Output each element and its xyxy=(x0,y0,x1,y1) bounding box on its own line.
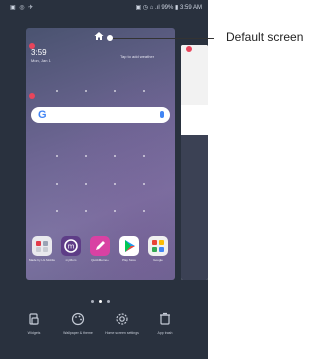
pencil-icon[interactable] xyxy=(90,236,110,256)
grid-dot xyxy=(56,155,58,157)
grid-dot xyxy=(114,90,116,92)
palette-icon[interactable] xyxy=(71,312,85,326)
toolbar-label-widgets: Widgets xyxy=(27,331,41,335)
status-bar: ▣ ◎ ✈ ▣ ◷ ⌂ .ıl 99% ▮ 3:59 AM xyxy=(0,0,208,14)
gear-icon[interactable] xyxy=(115,312,129,326)
grid-dot xyxy=(114,183,116,185)
toolbar-label-home-settings: Home screen settings xyxy=(105,331,139,335)
microphone-icon[interactable] xyxy=(160,111,164,118)
toolbar-label-wallpaper: Wallpaper & theme xyxy=(63,331,93,335)
grid-dot xyxy=(143,155,145,157)
clock-date: Mon, Jan 1 xyxy=(31,58,51,63)
grid-dot xyxy=(143,183,145,185)
app-label: Made by LG Mobile xyxy=(28,258,55,262)
toolbar-label-app-trash: App trash xyxy=(157,331,173,335)
remove-widget-icon[interactable] xyxy=(186,46,192,52)
status-icons-right: ▣ ◷ ⌂ .ıl 99% ▮ 3:59 AM xyxy=(135,5,202,11)
grid-dot xyxy=(114,155,116,157)
next-home-screen-preview[interactable] xyxy=(181,45,208,280)
app-label: QuickMemo+ xyxy=(91,258,109,262)
mymom-icon[interactable]: m xyxy=(61,236,81,256)
grid-dot xyxy=(56,183,58,185)
remove-widget-icon[interactable] xyxy=(29,93,35,99)
grid-dot xyxy=(85,183,87,185)
page-indicator-dot[interactable] xyxy=(99,300,102,303)
app-label: Play Store xyxy=(122,258,136,262)
grid-dot xyxy=(114,210,116,212)
status-icons-left: ▣ ◎ ✈ xyxy=(10,5,35,11)
trash-icon[interactable] xyxy=(158,312,172,326)
remove-widget-icon[interactable] xyxy=(29,43,35,49)
callout-line xyxy=(110,38,214,39)
svg-text:m: m xyxy=(68,243,75,251)
page-indicator-dot[interactable] xyxy=(107,300,110,303)
widgets-icon[interactable] xyxy=(27,312,41,326)
app-label: Google xyxy=(153,258,163,262)
folder-icon[interactable] xyxy=(32,236,52,256)
grid-dot xyxy=(56,210,58,212)
clock-time: 3:59 xyxy=(31,48,47,57)
google-logo-icon: G xyxy=(38,109,47,121)
home-icon[interactable] xyxy=(94,31,104,41)
grid-dot xyxy=(143,210,145,212)
play-store-icon[interactable] xyxy=(119,236,139,256)
phone-screen: ▣ ◎ ✈ ▣ ◷ ⌂ .ıl 99% ▮ 3:59 AM 3:59 Mon, … xyxy=(0,0,208,359)
grid-dot xyxy=(143,90,145,92)
google-search-bar[interactable]: G xyxy=(31,107,170,123)
page-background xyxy=(181,135,208,280)
grid-dot xyxy=(85,90,87,92)
grid-dot xyxy=(56,90,58,92)
app-label: myMom xyxy=(65,258,77,262)
grid-dot xyxy=(85,210,87,212)
page-indicator-dot[interactable] xyxy=(91,300,94,303)
callout-dot xyxy=(107,35,113,41)
grid-dot xyxy=(85,155,87,157)
weather-hint[interactable]: Tap to add weather xyxy=(120,54,154,59)
widget-placeholder xyxy=(181,45,208,105)
callout-label: Default screen xyxy=(226,30,304,44)
google-folder-icon[interactable] xyxy=(148,236,168,256)
